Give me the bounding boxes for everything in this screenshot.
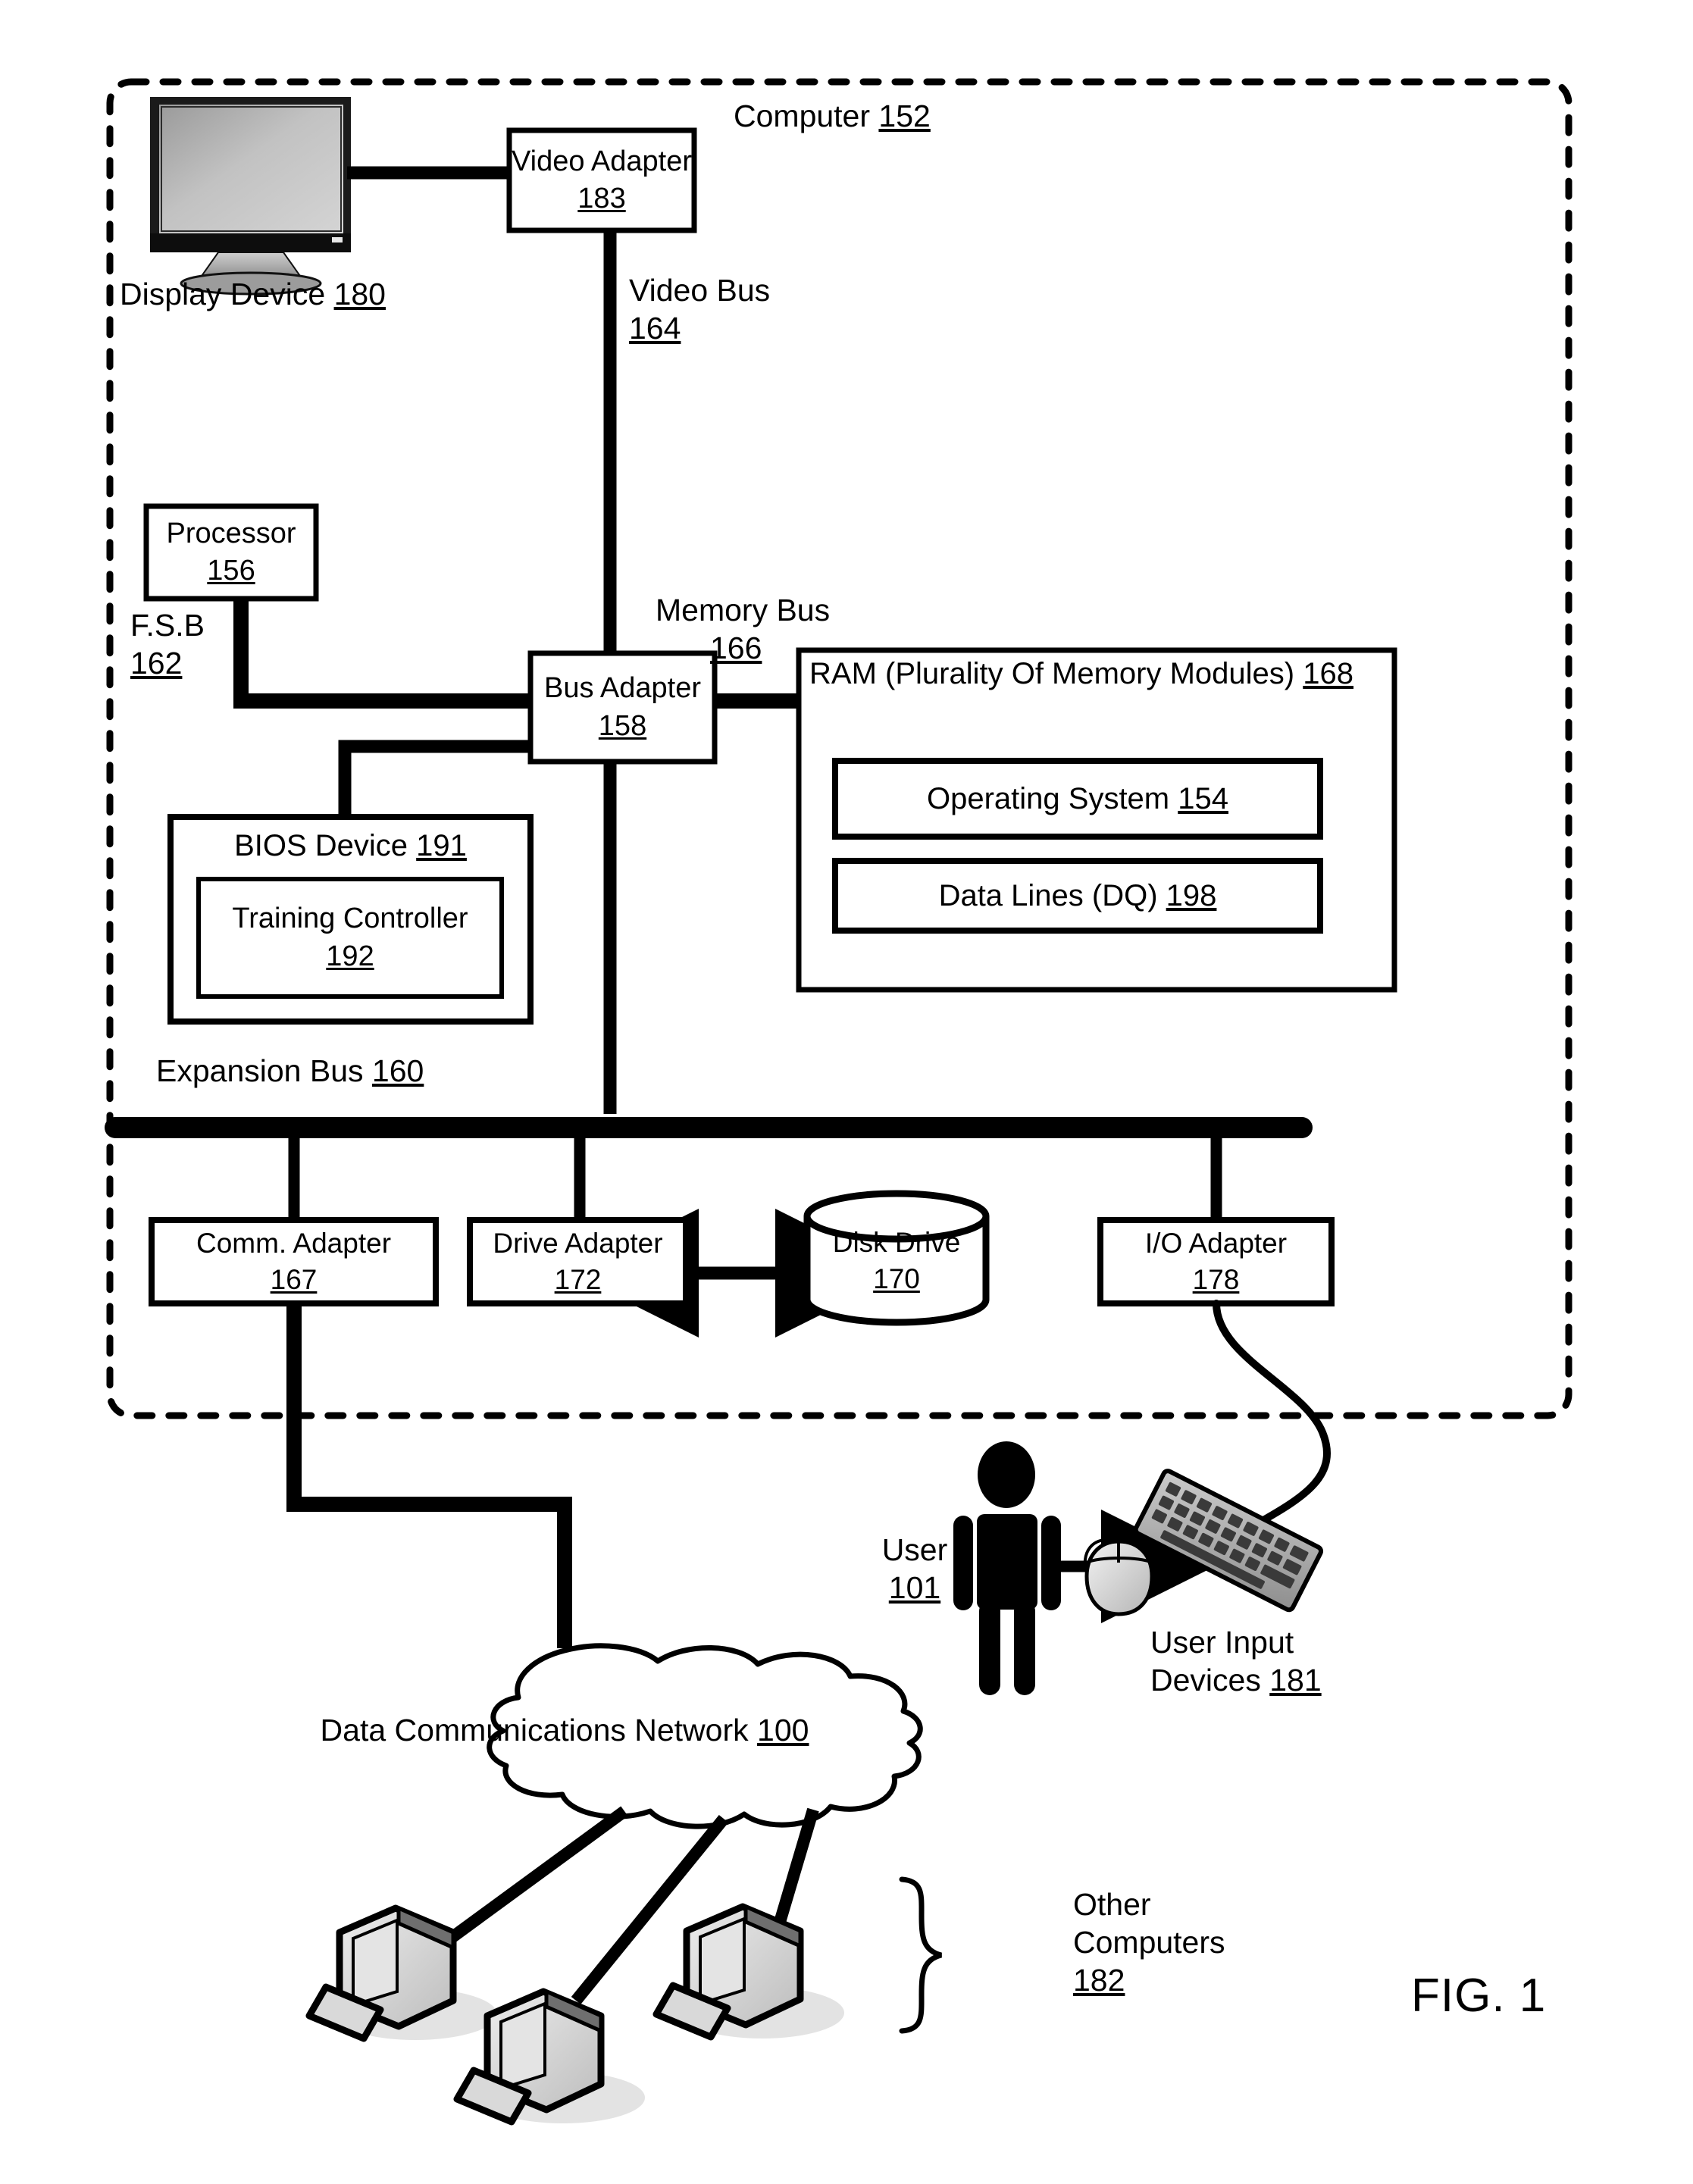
display-device-label: Display Device 180	[120, 277, 386, 311]
io-adapter-label: I/O Adapter 178	[1144, 1227, 1288, 1295]
mouse-icon	[1083, 1538, 1154, 1616]
comm-adapter-label: Comm. Adapter 167	[196, 1227, 392, 1295]
figure-label: FIG. 1	[1411, 1970, 1547, 2022]
bus-adapter-label: Bus Adapter 158	[543, 672, 702, 742]
drive-adapter-label: Drive Adapter 172	[493, 1227, 663, 1295]
processor-label: Processor 156	[166, 517, 296, 587]
ram-label: RAM (Plurality Of Memory Modules) 168	[809, 657, 1353, 690]
operating-system-label: Operating System 154	[926, 782, 1228, 815]
keyboard-icon	[1133, 1469, 1324, 1613]
expansion-bus-label: Expansion Bus 160	[156, 1053, 424, 1088]
diagram-canvas	[105, 78, 1573, 2126]
user-input-devices-label: User Input Devices 181	[1150, 1625, 1322, 1698]
user-label: User 101	[881, 1532, 948, 1606]
fsb-label: F.S.B 162	[130, 608, 205, 681]
other-computers-brace	[899, 1876, 943, 2034]
video-bus-label: Video Bus 164	[629, 273, 771, 346]
other-computers-graphic	[305, 1903, 844, 2126]
line-comm-adapter-to-network	[286, 1303, 572, 1648]
disk-drive-label: Disk Drive 170	[832, 1226, 961, 1294]
user-figure-icon	[953, 1441, 1061, 1695]
computer-enclosure-label: Computer 152	[734, 99, 931, 133]
figure-page: Computer 152 Video Adapter 183 Display D…	[0, 0, 1693, 2184]
display-device-graphic	[150, 97, 351, 296]
network-label: Data Communications Network 100	[320, 1713, 809, 1748]
data-lines-label: Data Lines (DQ) 198	[938, 879, 1217, 912]
line-fsb	[233, 596, 530, 709]
training-controller-label: Training Controller 192	[232, 903, 468, 972]
video-adapter-label: Video Adapter 183	[511, 145, 693, 214]
other-computers-label: Other Computers 182	[1073, 1887, 1225, 1998]
bios-device-label: BIOS Device 191	[234, 829, 467, 862]
